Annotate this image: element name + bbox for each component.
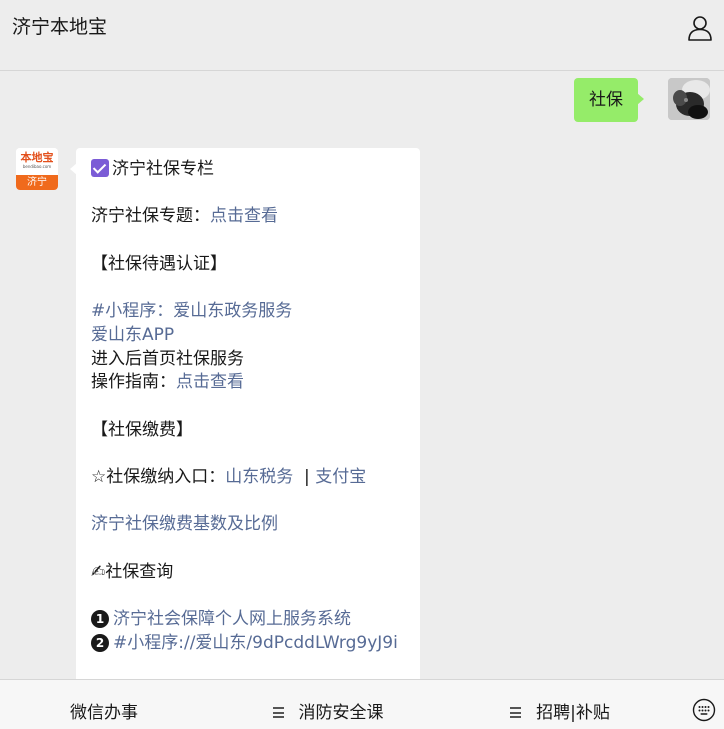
- menu-fire-safety[interactable]: 消防安全课: [208, 680, 448, 729]
- article-heading: 济宁社保专栏: [91, 158, 420, 182]
- official-account-avatar[interactable]: 本地宝 bendibao.com 济宁: [16, 148, 58, 190]
- query-item-1: 1 济宁社会保障个人网上服务系统: [91, 608, 420, 632]
- guide-link[interactable]: 点击查看: [176, 372, 244, 392]
- chat-title: 济宁本地宝: [12, 16, 108, 38]
- topic-link[interactable]: 点击查看: [210, 206, 278, 226]
- app-link[interactable]: 爱山东APP: [91, 324, 420, 348]
- chat-area[interactable]: 社保 本地宝 bendibao.com 济宁 济宁社保专栏 济宁社保专题：点击查…: [0, 72, 724, 679]
- my-message-bubble[interactable]: 社保: [574, 78, 644, 122]
- menu-wechat-services[interactable]: 微信办事: [0, 680, 208, 729]
- avatar-city: 济宁: [16, 175, 58, 190]
- query-item-2: 2 #小程序://爱山东/9dPcddLWrg9yJ9i: [91, 632, 420, 656]
- avatar-logo-text: 本地宝: [20, 151, 54, 164]
- mini-program-path-link[interactable]: #小程序://爱山东/9dPcddLWrg9yJ9i: [113, 633, 398, 653]
- alipay-link[interactable]: 支付宝: [315, 467, 366, 487]
- enter-instructions: 进入后首页社保服务: [91, 348, 244, 369]
- section-payment: 【社保缴费】: [91, 419, 193, 440]
- reply-message-bubble: 济宁社保专栏 济宁社保专题：点击查看 【社保待遇认证】 #小程序：爱山东政务服务…: [70, 148, 420, 679]
- section-certification: 【社保待遇认证】: [91, 253, 227, 274]
- query-heading: ✍社保查询: [91, 561, 174, 582]
- mini-program-link[interactable]: #小程序：爱山东政务服务: [91, 300, 420, 324]
- keyboard-icon[interactable]: [692, 698, 716, 722]
- my-message-row: 社保: [510, 78, 710, 122]
- user-icon[interactable]: [686, 14, 714, 42]
- checkbox-icon: [91, 159, 109, 177]
- menu-list-icon: [510, 707, 522, 718]
- menu-list-icon: [272, 707, 284, 718]
- number-two-icon: 2: [91, 633, 109, 652]
- payment-entry-line: ☆社保缴纳入口：山东税务 | 支付宝: [91, 466, 367, 487]
- writing-hand-icon: ✍: [91, 561, 106, 582]
- number-one-icon: 1: [91, 610, 109, 629]
- bottom-menu: 微信办事 消防安全课 招聘|补贴: [0, 679, 724, 729]
- payment-base-link[interactable]: 济宁社保缴费基数及比例: [91, 513, 420, 537]
- my-avatar[interactable]: [668, 78, 710, 120]
- shandong-tax-link[interactable]: 山东税务: [225, 467, 293, 487]
- avatar-logo-sub: bendibao.com: [22, 164, 52, 169]
- topic-line: 济宁社保专题：点击查看: [91, 206, 278, 227]
- social-security-system-link[interactable]: 济宁社会保障个人网上服务系统: [113, 609, 351, 629]
- guide-line: 操作指南：点击查看: [91, 372, 244, 393]
- menu-jobs-subsidy[interactable]: 招聘|补贴: [448, 680, 672, 729]
- chat-header: 济宁本地宝: [0, 0, 724, 71]
